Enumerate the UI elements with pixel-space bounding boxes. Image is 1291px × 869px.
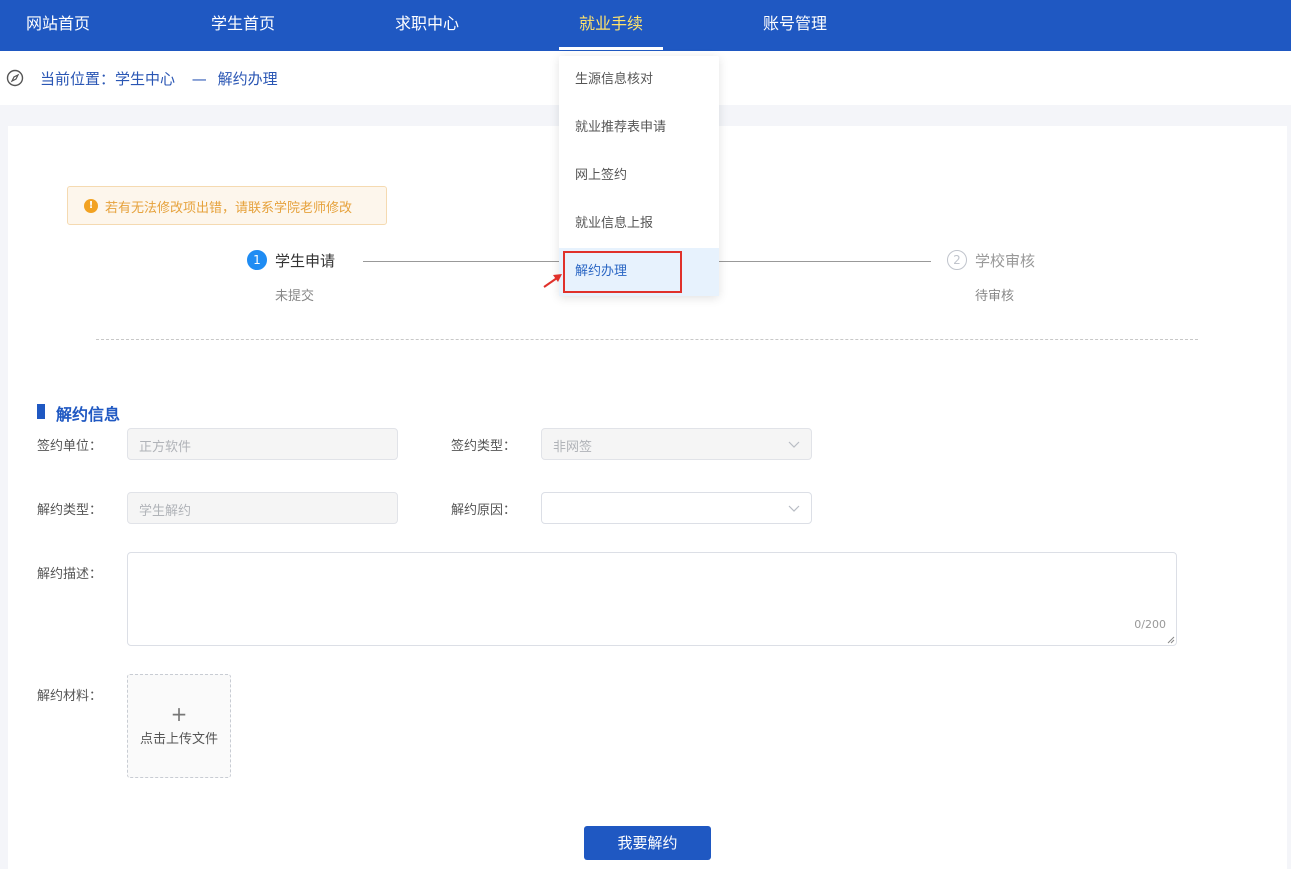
termination-type-input: 学生解约	[127, 492, 398, 524]
step-2-title: 学校审核	[975, 252, 1036, 270]
chevron-down-icon	[788, 505, 800, 512]
section-divider	[96, 339, 1198, 340]
top-navigation: 网站首页 学生首页 求职中心 就业手续 账号管理	[0, 0, 1291, 51]
menu-item-employment-report[interactable]: 就业信息上报	[559, 200, 719, 248]
step-1-status: 未提交	[275, 289, 315, 304]
termination-reason-label: 解约原因：	[451, 503, 517, 518]
step-2-status: 待审核	[975, 289, 1015, 304]
termination-type-label: 解约类型：	[37, 503, 103, 518]
sign-unit-label: 签约单位：	[37, 439, 103, 454]
nav-home[interactable]: 网站首页	[0, 0, 116, 51]
chevron-down-icon	[788, 441, 800, 448]
resize-handle-icon[interactable]	[1167, 636, 1175, 644]
pointer-arrow-icon	[543, 274, 562, 288]
nav-active-underline	[559, 47, 663, 50]
submit-termination-button[interactable]: 我要解约	[584, 826, 711, 860]
step-connector-left	[363, 261, 559, 262]
description-textarea[interactable]: 0/200	[127, 552, 1177, 646]
termination-reason-select[interactable]	[541, 492, 812, 524]
warning-icon: !	[84, 199, 98, 213]
highlight-box	[563, 251, 682, 293]
compass-icon	[6, 69, 24, 87]
sign-unit-input: 正方软件	[127, 428, 398, 460]
section-title: 解约信息	[56, 405, 121, 424]
menu-item-recommendation-form[interactable]: 就业推荐表申请	[559, 104, 719, 152]
plus-icon: +	[170, 702, 188, 726]
step-1-title: 学生申请	[275, 252, 336, 270]
sign-type-value: 非网签	[553, 440, 593, 455]
warning-alert: ! 若有无法修改项出错，请联系学院老师修改	[67, 186, 387, 225]
step-connector-right	[719, 261, 931, 262]
materials-label: 解约材料：	[37, 689, 103, 704]
sign-unit-value: 正方软件	[139, 440, 192, 455]
sign-type-label: 签约类型：	[451, 439, 517, 454]
upload-text: 点击上传文件	[139, 732, 218, 747]
menu-item-online-signing[interactable]: 网上签约	[559, 152, 719, 200]
alert-text: 若有无法修改项出错，请联系学院老师修改	[105, 201, 353, 216]
nav-student-home[interactable]: 学生首页	[192, 0, 294, 51]
breadcrumb-current: 解约办理	[217, 70, 278, 88]
description-label: 解约描述：	[37, 567, 103, 582]
breadcrumb-separator: —	[191, 70, 207, 88]
upload-file-button[interactable]: + 点击上传文件	[127, 674, 231, 778]
nav-employment-procedures[interactable]: 就业手续	[559, 0, 663, 51]
nav-account-management[interactable]: 账号管理	[744, 0, 846, 51]
breadcrumb: 当前位置：学生中心 — 解约办理	[40, 68, 284, 89]
section-marker	[37, 404, 45, 419]
character-counter: 0/200	[1134, 618, 1166, 631]
nav-job-center[interactable]: 求职中心	[376, 0, 478, 51]
sign-type-select: 非网签	[541, 428, 812, 460]
menu-item-student-info-check[interactable]: 生源信息核对	[559, 56, 719, 104]
step-2-number: 2	[947, 250, 967, 270]
breadcrumb-prefix[interactable]: 当前位置：学生中心	[40, 70, 175, 88]
termination-type-value: 学生解约	[139, 504, 192, 519]
step-1-number: 1	[247, 250, 267, 270]
